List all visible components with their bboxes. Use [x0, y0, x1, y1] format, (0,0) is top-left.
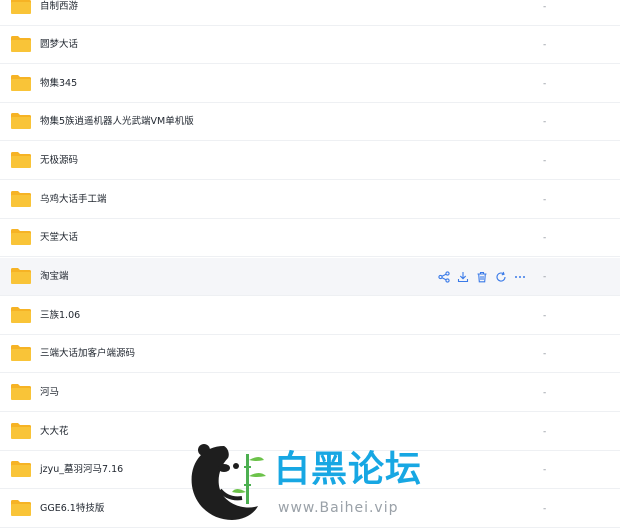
folder-icon	[11, 423, 31, 439]
file-name[interactable]: 三端大话加客户端源码	[40, 335, 135, 373]
panda-bamboo-logo-icon	[191, 444, 266, 520]
file-size: -	[543, 349, 547, 359]
file-row[interactable]: 三端大话加客户端源码 -	[0, 335, 620, 373]
watermark-title: 白黑论坛	[274, 449, 423, 490]
file-name[interactable]: 物集345	[40, 65, 77, 103]
file-row[interactable]: 物集5族逍遥机器人光武端VM单机版 -	[0, 103, 620, 141]
file-name[interactable]: 三族1.06	[40, 297, 80, 335]
file-row[interactable]: 三族1.06 -	[0, 297, 620, 335]
file-name[interactable]: 淘宝端	[40, 258, 69, 296]
folder-icon	[11, 461, 31, 477]
file-row[interactable]: 乌鸡大话手工端 -	[0, 181, 620, 219]
file-size: -	[543, 2, 547, 12]
file-name[interactable]: 大大花	[40, 413, 69, 451]
folder-icon	[11, 36, 31, 52]
file-name[interactable]: 天堂大话	[40, 219, 78, 257]
delete-icon[interactable]	[476, 271, 488, 283]
share-icon[interactable]	[438, 271, 450, 283]
folder-icon	[11, 307, 31, 323]
file-size: -	[543, 388, 547, 398]
file-size: -	[543, 40, 547, 50]
file-name[interactable]: 乌鸡大话手工端	[40, 181, 107, 219]
file-size: -	[543, 465, 547, 475]
file-row[interactable]: 自制西游 -	[0, 0, 620, 26]
download-icon[interactable]	[457, 271, 469, 283]
row-actions	[438, 269, 526, 285]
folder-icon	[11, 500, 31, 516]
folder-icon	[11, 75, 31, 91]
watermark-url: www.Baihei.vip	[278, 500, 399, 516]
more-icon[interactable]	[514, 271, 526, 283]
watermark: 白黑论坛 www.Baihei.vip	[184, 436, 434, 525]
folder-icon	[11, 384, 31, 400]
folder-icon	[11, 152, 31, 168]
file-size: -	[543, 504, 547, 514]
file-name[interactable]: jzyu_墓羽河马7.16	[40, 451, 123, 489]
folder-icon	[11, 113, 31, 129]
file-row[interactable]: 物集345 -	[0, 65, 620, 103]
file-row[interactable]: 天堂大话 -	[0, 219, 620, 257]
folder-icon	[11, 229, 31, 245]
folder-icon	[11, 191, 31, 207]
file-size: -	[543, 272, 547, 282]
file-size: -	[543, 195, 547, 205]
folder-icon	[11, 0, 31, 14]
file-size: -	[543, 79, 547, 89]
file-row[interactable]: 无极源码 -	[0, 142, 620, 180]
file-size: -	[543, 117, 547, 127]
file-name[interactable]: 物集5族逍遥机器人光武端VM单机版	[40, 103, 194, 141]
file-name[interactable]: 无极源码	[40, 142, 78, 180]
file-name[interactable]: 河马	[40, 374, 59, 412]
file-name[interactable]: 圆梦大话	[40, 26, 78, 64]
file-size: -	[543, 156, 547, 166]
file-name[interactable]: GGE6.1特技版	[40, 490, 104, 528]
folder-icon	[11, 345, 31, 361]
file-size: -	[543, 427, 547, 437]
file-row-hovered[interactable]: 淘宝端 -	[0, 258, 620, 296]
refresh-icon[interactable]	[495, 271, 507, 283]
folder-icon	[11, 268, 31, 284]
file-size: -	[543, 311, 547, 321]
file-size: -	[543, 233, 547, 243]
file-row[interactable]: 圆梦大话 -	[0, 26, 620, 64]
file-row[interactable]: 河马 -	[0, 374, 620, 412]
file-name[interactable]: 自制西游	[40, 0, 78, 26]
